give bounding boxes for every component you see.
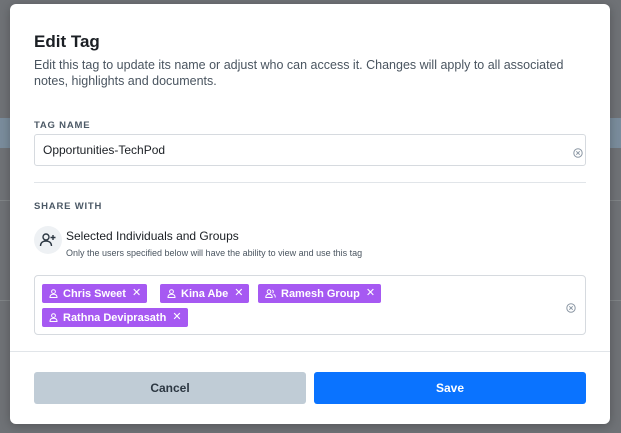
chip-label: Kina Abe bbox=[181, 287, 229, 300]
user-add-icon bbox=[34, 226, 62, 254]
footer-divider bbox=[10, 351, 610, 352]
chip-remove-icon[interactable]: ✕ bbox=[234, 288, 243, 299]
clear-icon[interactable] bbox=[573, 145, 583, 158]
chip-remove-icon[interactable]: ✕ bbox=[132, 288, 141, 299]
edit-tag-modal: Edit Tag Edit this tag to update its nam… bbox=[10, 4, 610, 424]
chip-label: Ramesh Group bbox=[281, 287, 360, 300]
chip-remove-icon[interactable]: ✕ bbox=[366, 288, 375, 299]
group-icon bbox=[265, 289, 276, 298]
share-chip: Rathna Deviprasath ✕ bbox=[42, 308, 188, 327]
modal-description: Edit this tag to update its name or adju… bbox=[34, 58, 564, 88]
chip-remove-icon[interactable]: ✕ bbox=[172, 312, 181, 323]
user-icon bbox=[49, 289, 58, 298]
clear-icon[interactable] bbox=[566, 300, 576, 313]
share-option-subtitle: Only the users specified below will have… bbox=[66, 248, 363, 258]
share-option-title: Selected Individuals and Groups bbox=[66, 229, 239, 243]
user-icon bbox=[167, 289, 176, 298]
user-icon bbox=[49, 313, 58, 322]
modal-title: Edit Tag bbox=[34, 32, 100, 51]
share-chip: Chris Sweet ✕ bbox=[42, 284, 148, 303]
chip-label: Rathna Deviprasath bbox=[63, 311, 167, 324]
tag-name-input[interactable] bbox=[34, 134, 586, 166]
share-chip: Kina Abe ✕ bbox=[160, 284, 250, 303]
section-divider bbox=[34, 182, 586, 183]
tag-name-label: TAG NAME bbox=[34, 120, 91, 131]
cancel-button[interactable]: Cancel bbox=[34, 372, 306, 404]
share-chip: Ramesh Group ✕ bbox=[258, 284, 382, 303]
save-button[interactable]: Save bbox=[314, 372, 586, 404]
share-with-label: SHARE WITH bbox=[34, 201, 103, 212]
chip-label: Chris Sweet bbox=[63, 287, 126, 300]
